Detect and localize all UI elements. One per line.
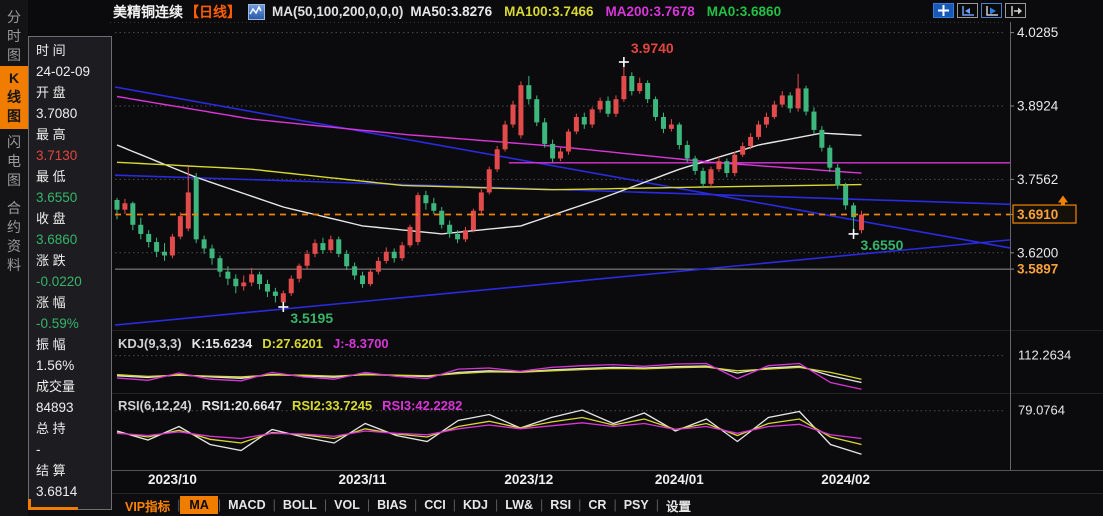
info-value: 3.6860 bbox=[36, 232, 78, 247]
indicator-tab-VIP指标[interactable]: VIP指标 bbox=[118, 495, 177, 516]
sidebar-tab-分时图[interactable]: 分时图 bbox=[0, 5, 28, 68]
info-value: 24-02-09 bbox=[36, 64, 91, 79]
indicator-value-label: RSI3:42.2282 bbox=[382, 398, 463, 413]
info-label: 收 盘 bbox=[36, 211, 66, 226]
info-label: 涨 幅 bbox=[36, 295, 66, 310]
info-value: 3.6814 bbox=[36, 484, 78, 499]
info-label: 结 算 bbox=[36, 463, 66, 478]
panel-corner-accent bbox=[28, 507, 78, 510]
svg-text:3.6910: 3.6910 bbox=[1017, 207, 1058, 222]
sidebar-tab-合约资料[interactable]: 合约资料 bbox=[0, 196, 28, 278]
shift-right-icon[interactable] bbox=[1005, 3, 1026, 18]
ma-value-label: MA100:3.7466 bbox=[504, 4, 594, 19]
indicator-value-label: J:-8.3700 bbox=[333, 336, 389, 351]
svg-text:79.0764: 79.0764 bbox=[1018, 403, 1065, 418]
period-label: 【日线】 bbox=[185, 3, 241, 20]
info-value: 84893 bbox=[36, 400, 74, 415]
ma-values: MA50:3.8276 MA100:3.7466 MA200:3.7678 MA0:3… bbox=[410, 4, 793, 19]
info-value: -0.59% bbox=[36, 316, 79, 331]
info-label: 成交量 bbox=[36, 379, 76, 394]
info-value: -0.0220 bbox=[36, 274, 82, 289]
svg-text:2024/01: 2024/01 bbox=[655, 472, 704, 487]
chart-toolbar bbox=[933, 3, 1026, 18]
indicator-tab-bar: VIP指标 | MA | MACD | BOLL | VOL | BIAS | CCI | KDJ | LW& |… bbox=[0, 493, 1103, 516]
pan-crosshair-icon[interactable] bbox=[933, 3, 954, 18]
ma-value-label: MA0:3.6860 bbox=[706, 4, 782, 19]
axis-play-icon[interactable] bbox=[981, 3, 1002, 18]
panel-corner-accent bbox=[28, 499, 31, 510]
indicator-tab-MACD[interactable]: MACD bbox=[221, 497, 273, 513]
svg-text:2023/10: 2023/10 bbox=[148, 472, 197, 487]
svg-text:3.5195: 3.5195 bbox=[290, 310, 333, 326]
indicator-tab-MA[interactable]: MA bbox=[180, 496, 218, 514]
info-label: 开 盘 bbox=[36, 85, 66, 100]
indicator-value-label: RSI(6,12,24) bbox=[118, 398, 192, 413]
info-label: 总 持 bbox=[36, 421, 66, 436]
svg-text:3.8924: 3.8924 bbox=[1017, 98, 1059, 113]
indicator-tab-CR[interactable]: CR bbox=[581, 497, 613, 513]
quote-info-panel: 时 间 24-02-09 开 盘 3.7080 最 高 3.7130 最 低 3.6550 收 … bbox=[28, 36, 112, 510]
info-label: 涨 跌 bbox=[36, 253, 66, 268]
indicator-tab-BOLL[interactable]: BOLL bbox=[276, 497, 324, 513]
trading-app-window: 分时图K线图闪电图合约资料 美精铜连续 【日线】 MA(50,100,200,0… bbox=[0, 0, 1103, 516]
svg-text:4.0285: 4.0285 bbox=[1017, 25, 1058, 40]
svg-text:3.6550: 3.6550 bbox=[861, 237, 904, 253]
title-bar: 美精铜连续 【日线】 MA(50,100,200,0,0,0) MA50:3.8… bbox=[113, 2, 793, 21]
svg-text:3.7562: 3.7562 bbox=[1017, 172, 1058, 187]
svg-text:112.2634: 112.2634 bbox=[1018, 348, 1071, 363]
instrument-name: 美精铜连续 bbox=[113, 3, 183, 20]
svg-text:2024/02: 2024/02 bbox=[821, 472, 870, 487]
indicator-tab-BIAS[interactable]: BIAS bbox=[370, 497, 414, 513]
svg-text:2023/11: 2023/11 bbox=[338, 472, 387, 487]
sidebar-tab-K线图[interactable]: K线图 bbox=[0, 66, 28, 129]
info-value: 3.7080 bbox=[36, 106, 78, 121]
indicator-value-label: K:15.6234 bbox=[191, 336, 253, 351]
sidebar-tab-闪电图[interactable]: 闪电图 bbox=[0, 130, 28, 193]
svg-text:3.6200: 3.6200 bbox=[1017, 245, 1058, 260]
ma-value-label: MA200:3.7678 bbox=[605, 4, 695, 19]
indicator-tab-RSI[interactable]: RSI bbox=[543, 497, 578, 513]
indicator-tab-LW&[interactable]: LW& bbox=[498, 497, 540, 513]
indicator-tab-设置[interactable]: 设置 bbox=[659, 495, 698, 516]
svg-text:2023/12: 2023/12 bbox=[504, 472, 553, 487]
info-value: - bbox=[36, 442, 41, 457]
info-label: 振 幅 bbox=[36, 337, 66, 352]
svg-text:3.9740: 3.9740 bbox=[631, 40, 674, 56]
svg-text:3.5897: 3.5897 bbox=[1017, 262, 1058, 277]
candlestick-mini-icon bbox=[248, 3, 265, 20]
indicator-tab-VOL[interactable]: VOL bbox=[327, 497, 367, 513]
info-label: 最 低 bbox=[36, 169, 66, 184]
ma-params-label: MA(50,100,200,0,0,0) bbox=[272, 4, 404, 19]
indicator-tab-CCI[interactable]: CCI bbox=[417, 497, 453, 513]
indicator-tab-PSY[interactable]: PSY bbox=[617, 497, 656, 513]
candlestick-chart[interactable]: 3.9740 3.5195 3.6550 112.2634 79.0764 4.0285 3… bbox=[110, 0, 1103, 516]
info-value: 3.6550 bbox=[36, 190, 78, 205]
axis-left-icon[interactable] bbox=[957, 3, 978, 18]
kdj-indicator-label: KDJ(9,3,3) K:15.6234 D:27.6201 J:-8.3700 bbox=[118, 336, 399, 351]
left-tab-strip: 分时图K线图闪电图合约资料 bbox=[0, 0, 28, 516]
indicator-value-label: KDJ(9,3,3) bbox=[118, 336, 182, 351]
rsi-indicator-label: RSI(6,12,24) RSI1:20.6647 RSI2:33.7245 RSI3… bbox=[118, 398, 472, 413]
indicator-value-label: RSI1:20.6647 bbox=[201, 398, 282, 413]
indicator-value-label: RSI2:33.7245 bbox=[291, 398, 373, 413]
indicator-value-label: D:27.6201 bbox=[262, 336, 324, 351]
info-value: 3.7130 bbox=[36, 148, 78, 163]
info-label: 时 间 bbox=[36, 43, 66, 58]
ma-value-label: MA50:3.8276 bbox=[410, 4, 493, 19]
info-value: 1.56% bbox=[36, 358, 75, 373]
indicator-tab-KDJ[interactable]: KDJ bbox=[456, 497, 495, 513]
info-label: 最 高 bbox=[36, 127, 66, 142]
